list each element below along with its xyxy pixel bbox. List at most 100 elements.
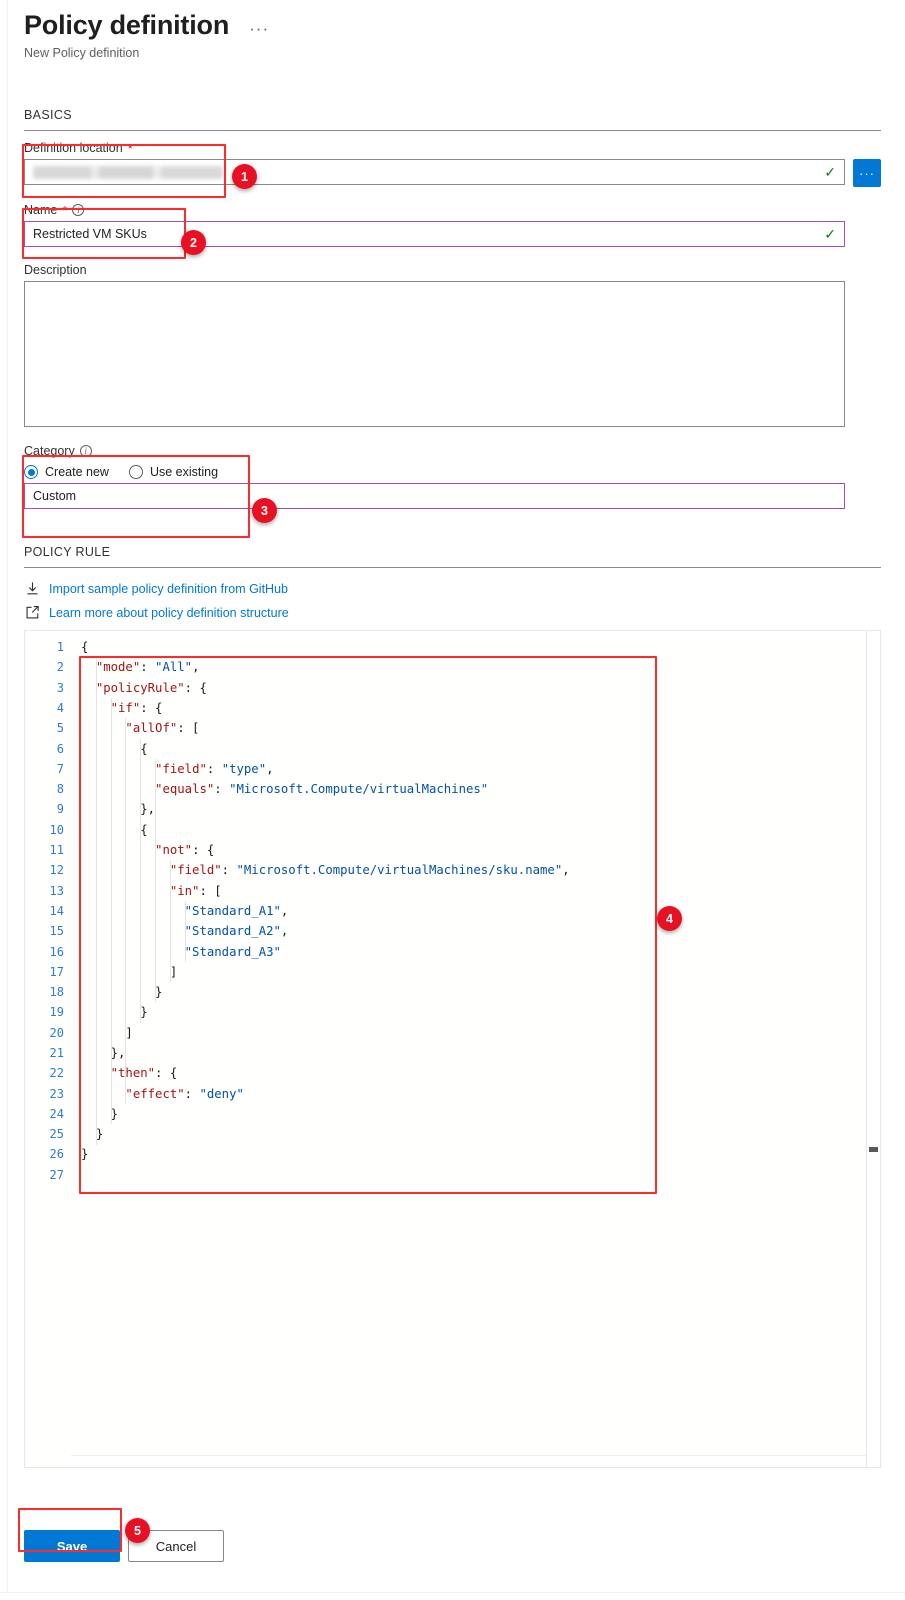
editor-code-content[interactable]: { "mode": "All", "policyRule": { "if": {… bbox=[71, 631, 880, 1467]
info-icon[interactable]: i bbox=[72, 204, 85, 217]
editor-code-line: ] bbox=[169, 964, 178, 979]
editor-line-number: 23 bbox=[49, 1086, 64, 1101]
name-input-value: Restricted VM SKUs bbox=[33, 227, 147, 242]
editor-line-number: 4 bbox=[56, 700, 64, 715]
description-field: Description bbox=[24, 263, 881, 428]
annotation-badge-3: 3 bbox=[252, 498, 277, 523]
editor-line-number: 14 bbox=[49, 903, 64, 918]
editor-line-number: 18 bbox=[49, 985, 64, 1000]
editor-code-line: "Standard_A1", bbox=[184, 903, 289, 918]
editor-indent-guide bbox=[110, 697, 112, 1125]
editor-indent-guide bbox=[125, 718, 127, 1104]
editor-code-line: { bbox=[81, 640, 89, 655]
editor-line-number: 1 bbox=[56, 640, 64, 655]
editor-code-line: "if": { bbox=[110, 700, 163, 715]
bottom-edge-rail bbox=[0, 1592, 905, 1600]
radio-create-new[interactable]: Create new bbox=[24, 465, 109, 480]
editor-indent-guide bbox=[140, 738, 142, 1023]
editor-code-line: "not": { bbox=[155, 843, 215, 858]
editor-line-number: 2 bbox=[56, 660, 64, 675]
editor-vertical-scrollbar-thumb[interactable] bbox=[869, 1147, 878, 1153]
policy-definition-page: Policy definition ··· New Policy definit… bbox=[0, 0, 905, 1600]
name-input[interactable]: Restricted VM SKUs ✓ bbox=[24, 221, 845, 248]
editor-indent-guide bbox=[155, 758, 156, 1003]
radio-create-new-label: Create new bbox=[45, 465, 109, 480]
name-label: Name * i bbox=[24, 203, 881, 217]
editor-code-line: "field": "Microsoft.Compute/virtualMachi… bbox=[169, 863, 570, 878]
editor-code-line: "mode": "All", bbox=[95, 660, 200, 675]
definition-location-label-text: Definition location bbox=[24, 141, 123, 156]
editor-line-number: 11 bbox=[49, 843, 64, 858]
editor-line-number: 16 bbox=[49, 944, 64, 959]
policy-rule-editor[interactable]: 1 2 3 4 5 6 7 8 9 10 11 12 13 14 15 16 17 18 19 20 21 22 23 24 2… bbox=[24, 630, 881, 1469]
description-input[interactable] bbox=[24, 281, 845, 428]
redacted-value bbox=[33, 165, 223, 179]
editor-vertical-scrollbar[interactable] bbox=[866, 631, 880, 1468]
definition-location-label: Definition location * bbox=[24, 141, 881, 155]
editor-code-line: } bbox=[155, 985, 163, 1000]
description-label: Description bbox=[24, 263, 845, 277]
more-options-icon[interactable]: ··· bbox=[245, 17, 273, 41]
editor-line-number: 19 bbox=[49, 1005, 64, 1020]
radio-create-new-indicator bbox=[24, 465, 38, 480]
name-field: Name * i Restricted VM SKUs ✓ bbox=[24, 203, 881, 248]
editor-code-line: "Standard_A3" bbox=[184, 944, 281, 959]
required-asterisk: * bbox=[127, 140, 133, 156]
annotation-badge-2: 2 bbox=[181, 230, 206, 255]
definition-location-input[interactable]: ✓ bbox=[24, 159, 845, 186]
page-title: Policy definition bbox=[24, 10, 230, 40]
external-link-icon bbox=[26, 605, 39, 619]
editor-horizontal-scrollbar[interactable] bbox=[71, 1455, 866, 1468]
import-sample-link-row[interactable]: Import sample policy definition from Git… bbox=[25, 581, 905, 596]
editor-code-line: { bbox=[140, 741, 148, 756]
description-label-text: Description bbox=[24, 263, 87, 278]
radio-use-existing-label: Use existing bbox=[149, 465, 219, 480]
category-input-value: Custom bbox=[33, 489, 77, 504]
editor-code-line: "effect": "deny" bbox=[125, 1086, 244, 1101]
editor-line-number: 17 bbox=[49, 964, 64, 979]
editor-line-number: 12 bbox=[49, 863, 64, 878]
category-label-text: Category bbox=[24, 444, 75, 459]
editor-line-number: 9 bbox=[56, 802, 64, 817]
editor-line-number: 15 bbox=[49, 924, 64, 939]
editor-line-number: 27 bbox=[49, 1167, 64, 1182]
editor-line-number: 26 bbox=[49, 1147, 64, 1162]
editor-code-line: } bbox=[140, 1005, 148, 1020]
save-button[interactable]: Save bbox=[24, 1530, 120, 1562]
editor-code-line: }, bbox=[140, 802, 156, 817]
editor-code-line: "equals": "Microsoft.Compute/virtualMach… bbox=[155, 782, 489, 797]
editor-code-line: } bbox=[110, 1106, 119, 1121]
editor-code-line: "field": "type", bbox=[155, 761, 274, 776]
left-edge-rail bbox=[0, 0, 8, 1600]
category-radio-group: Create new Use existing bbox=[24, 465, 881, 480]
definition-location-input-row: ✓ ··· bbox=[24, 159, 881, 188]
category-field: Category i Create new Use existing Custo… bbox=[24, 444, 881, 510]
page-header: Policy definition ··· New Policy definit… bbox=[0, 0, 905, 60]
category-label: Category i bbox=[24, 444, 881, 458]
policy-rule-divider bbox=[24, 567, 881, 569]
title-row: Policy definition ··· bbox=[24, 10, 905, 41]
radio-use-existing[interactable]: Use existing bbox=[128, 465, 219, 480]
editor-line-number: 3 bbox=[56, 680, 64, 695]
editor-code-line: "Standard_A2", bbox=[184, 924, 289, 939]
basics-section-label: BASICS bbox=[24, 108, 72, 123]
annotation-badge-4: 4 bbox=[657, 906, 682, 931]
annotation-badge-5: 5 bbox=[125, 1518, 150, 1543]
editor-line-number: 25 bbox=[49, 1127, 64, 1142]
editor-line-number: 7 bbox=[56, 761, 64, 776]
definition-location-picker-button[interactable]: ··· bbox=[853, 159, 881, 188]
policy-rule-section: POLICY RULE bbox=[0, 545, 905, 569]
editor-code-line: ] bbox=[125, 1025, 133, 1040]
editor-line-number: 6 bbox=[56, 741, 64, 756]
editor-code-line: { bbox=[140, 822, 148, 837]
editor-code-line: }, bbox=[110, 1045, 126, 1060]
learn-more-link-row[interactable]: Learn more about policy definition struc… bbox=[25, 605, 905, 620]
category-input[interactable]: Custom bbox=[24, 483, 845, 510]
editor-line-number: 13 bbox=[49, 883, 64, 898]
editor-indent-guide bbox=[169, 860, 171, 983]
info-icon[interactable]: i bbox=[79, 445, 92, 458]
basics-divider bbox=[24, 130, 881, 132]
editor-line-number: 24 bbox=[49, 1106, 64, 1121]
valid-check-icon: ✓ bbox=[824, 164, 836, 181]
learn-more-link-label: Learn more about policy definition struc… bbox=[49, 605, 289, 620]
